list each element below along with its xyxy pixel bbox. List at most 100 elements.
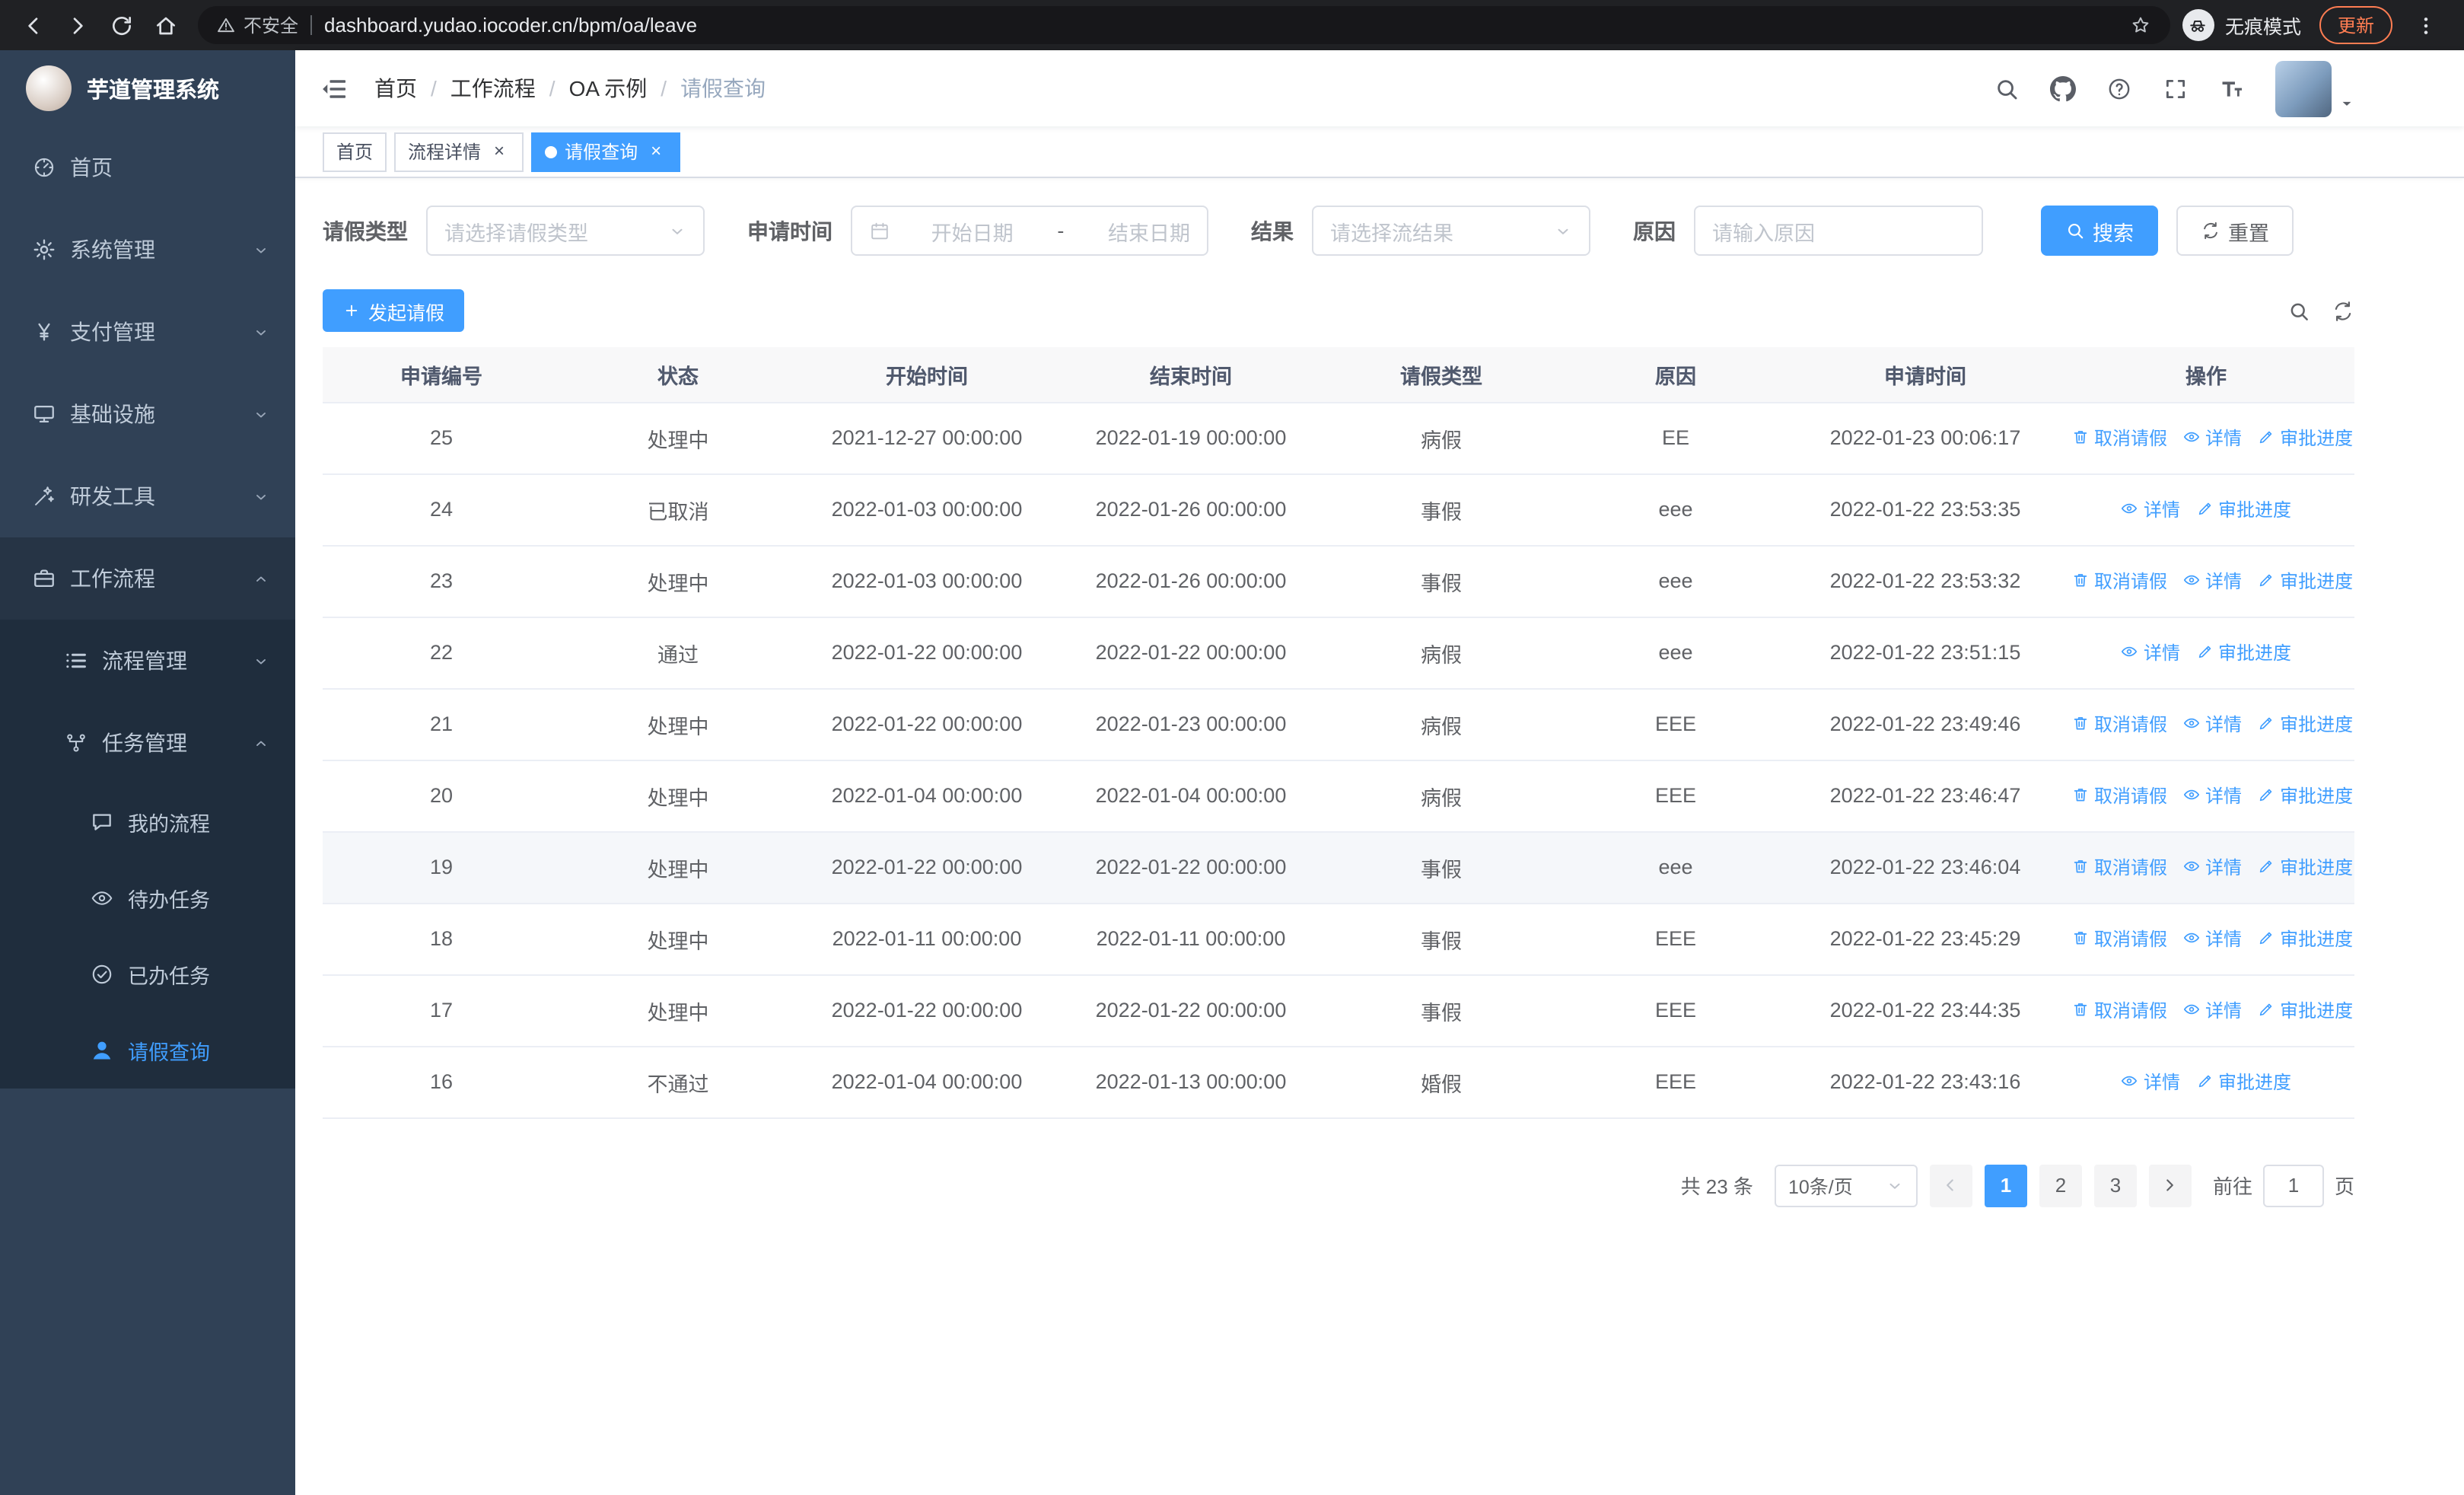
detail-link[interactable]: 详情 [2182,997,2242,1023]
sidebar-item-done-tasks[interactable]: 已办任务 [0,936,295,1012]
table-row: 23 处理中 2022-01-03 00:00:00 2022-01-26 00:00… [323,545,2354,617]
user-menu[interactable] [2275,60,2354,116]
cell-leave-type: 事假 [1324,473,1558,546]
breadcrumb-item[interactable]: OA 示例 [569,73,648,104]
update-button[interactable]: 更新 [2319,6,2392,44]
approval-progress-link[interactable]: 审批进度 [2195,496,2291,522]
sidebar-item-task-management[interactable]: 任务管理 [0,702,295,784]
detail-link[interactable]: 详情 [2121,496,2180,522]
search-button[interactable] [1985,67,2027,110]
fullscreen-button[interactable] [2154,67,2196,110]
sidebar-item-payment-management[interactable]: 支付管理 [0,291,295,373]
tools-icon [32,484,56,508]
detail-link[interactable]: 详情 [2182,783,2242,808]
detail-link[interactable]: 详情 [2182,568,2242,594]
bookmark-star-icon[interactable] [2129,14,2152,37]
approval-progress-link[interactable]: 审批进度 [2195,639,2291,665]
cancel-leave-link[interactable]: 取消请假 [2071,568,2167,594]
apply-time-range-picker[interactable]: 开始日期 - 结束日期 [851,206,1208,256]
help-button[interactable] [2097,67,2140,110]
tab-leave-query[interactable]: 请假查询 × [531,132,681,171]
detail-link[interactable]: 详情 [2121,1069,2180,1095]
chevron-down-icon [1886,1176,1904,1194]
sidebar-item-my-process[interactable]: 我的流程 [0,784,295,860]
github-button[interactable] [2041,67,2084,110]
refresh-table-button[interactable] [2332,299,2354,322]
result-select[interactable]: 请选择流结果 [1312,206,1590,256]
breadcrumb-item[interactable]: 首页 [374,73,417,104]
column-header-apply-id: 申请编号 [323,347,560,403]
approval-progress-link[interactable]: 审批进度 [2257,711,2353,737]
table-row: 19 处理中 2022-01-22 00:00:00 2022-01-22 00:00… [323,831,2354,904]
sidebar-item-workflow[interactable]: 工作流程 [0,537,295,620]
cancel-leave-link[interactable]: 取消请假 [2071,783,2167,808]
page-1-button[interactable]: 1 [1984,1164,2027,1207]
reason-input[interactable]: 请输入原因 [1694,206,1983,256]
cell-end-time: 2022-01-22 00:00:00 [1058,831,1324,904]
pen-icon [2257,1001,2275,1019]
sidebar-item-system-management[interactable]: 系统管理 [0,209,295,291]
reset-button[interactable]: 重置 [2176,206,2294,256]
sidebar-item-process-management[interactable]: 流程管理 [0,620,295,702]
sidebar-item-home[interactable]: 首页 [0,126,295,209]
detail-link[interactable]: 详情 [2182,854,2242,880]
search-button[interactable]: 搜索 [2041,206,2158,256]
cancel-leave-link[interactable]: 取消请假 [2071,854,2167,880]
approval-progress-link[interactable]: 审批进度 [2257,425,2353,451]
detail-link[interactable]: 详情 [2121,639,2180,665]
approval-progress-link[interactable]: 审批进度 [2257,568,2353,594]
cell-apply-id: 24 [323,473,560,546]
table-toolbar: 发起请假 [323,289,2354,332]
browser-menu-button[interactable] [2405,5,2446,46]
sidebar-item-leave-query[interactable]: 请假查询 [0,1012,295,1089]
close-tab-icon[interactable]: × [645,140,667,162]
tabs-bar: 首页 流程详情 × 请假查询 × [295,126,2464,178]
page-2-button[interactable]: 2 [2039,1164,2082,1207]
address-bar[interactable]: 不安全 dashboard.yudao.iocoder.cn/bpm/oa/le… [198,6,2170,44]
cell-reason: eee [1558,473,1793,546]
tab-home[interactable]: 首页 [323,132,387,171]
goto-page-input[interactable] [2262,1164,2324,1207]
trash-icon [2071,786,2090,805]
cell-apply-time: 2022-01-22 23:51:15 [1793,617,2058,689]
cancel-leave-link[interactable]: 取消请假 [2071,926,2167,952]
font-size-button[interactable] [2210,67,2252,110]
app-logo[interactable]: 芋道管理系统 [0,50,295,126]
browser-toolbar: 不安全 dashboard.yudao.iocoder.cn/bpm/oa/le… [0,0,2464,50]
page-3-button[interactable]: 3 [2093,1164,2137,1207]
approval-progress-link[interactable]: 审批进度 [2195,1069,2291,1095]
leave-type-select[interactable]: 请选择请假类型 [426,206,705,256]
goto-label: 前往 [2212,1175,2252,1198]
toggle-search-button[interactable] [2287,299,2310,322]
tab-process-detail[interactable]: 流程详情 × [394,132,524,171]
page-size-select[interactable]: 10条/页 [1774,1164,1918,1207]
cancel-leave-link[interactable]: 取消请假 [2071,711,2167,737]
detail-link[interactable]: 详情 [2182,711,2242,737]
app-title: 芋道管理系统 [87,78,219,103]
detail-link[interactable]: 详情 [2182,926,2242,952]
cell-reason: EEE [1558,688,1793,760]
approval-progress-link[interactable]: 审批进度 [2257,926,2353,952]
cancel-leave-link[interactable]: 取消请假 [2071,997,2167,1023]
approval-progress-link[interactable]: 审批进度 [2257,783,2353,808]
pen-icon [2195,500,2214,518]
back-button[interactable] [12,5,53,46]
reload-button[interactable] [100,5,142,46]
approval-progress-link[interactable]: 审批进度 [2257,854,2353,880]
close-tab-icon[interactable]: × [489,140,510,162]
sidebar-item-dev-tools[interactable]: 研发工具 [0,455,295,537]
chevron-down-icon [668,222,686,240]
sidebar-item-infrastructure[interactable]: 基础设施 [0,373,295,455]
sidebar-item-todo-tasks[interactable]: 待办任务 [0,860,295,936]
cancel-leave-link[interactable]: 取消请假 [2071,425,2167,451]
breadcrumb-item[interactable]: 工作流程 [450,73,536,104]
cell-leave-type: 病假 [1324,617,1558,689]
prev-page-button[interactable] [1929,1164,1972,1207]
create-leave-button[interactable]: 发起请假 [323,289,465,332]
next-page-button[interactable] [2148,1164,2192,1207]
home-button[interactable] [145,5,186,46]
forward-button[interactable] [56,5,97,46]
detail-link[interactable]: 详情 [2182,425,2242,451]
approval-progress-link[interactable]: 审批进度 [2257,997,2353,1023]
collapse-sidebar-button[interactable] [320,74,349,103]
